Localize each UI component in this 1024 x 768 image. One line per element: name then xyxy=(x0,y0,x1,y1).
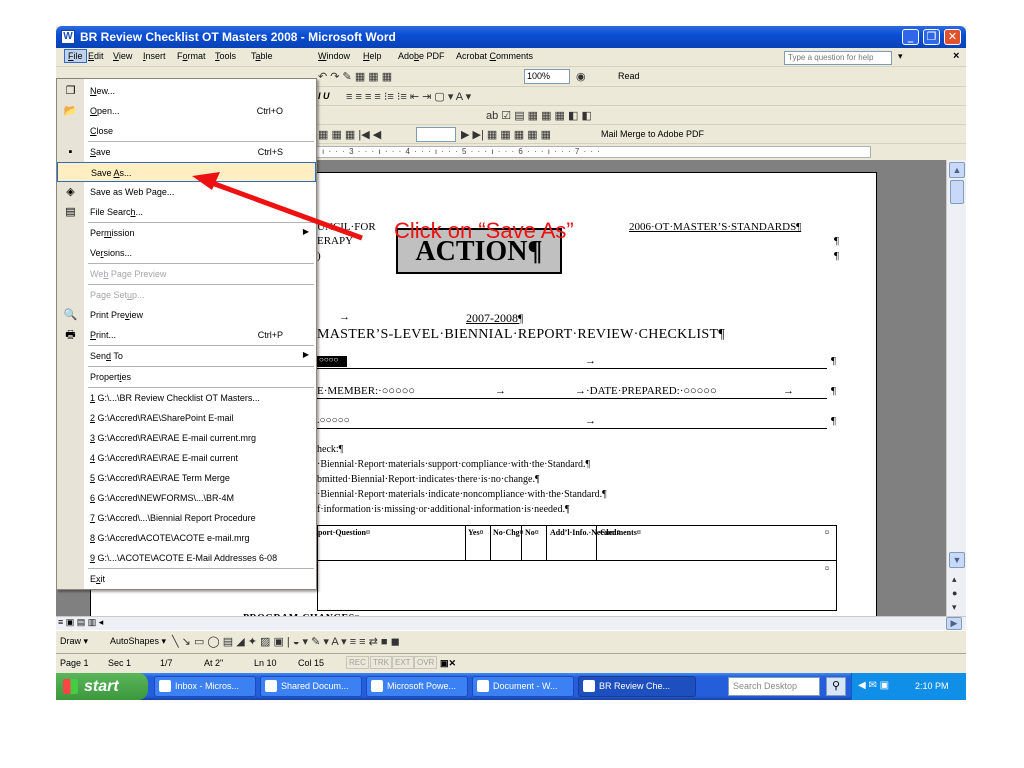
annotation-arrow-head xyxy=(192,172,220,190)
annotation-overlay xyxy=(192,172,363,241)
annotation-arrow-shaft xyxy=(211,180,363,241)
annotation-text: Click on “Save As” xyxy=(394,218,574,243)
screen: W BR Review Checklist OT Masters 2008 - … xyxy=(0,0,1024,768)
